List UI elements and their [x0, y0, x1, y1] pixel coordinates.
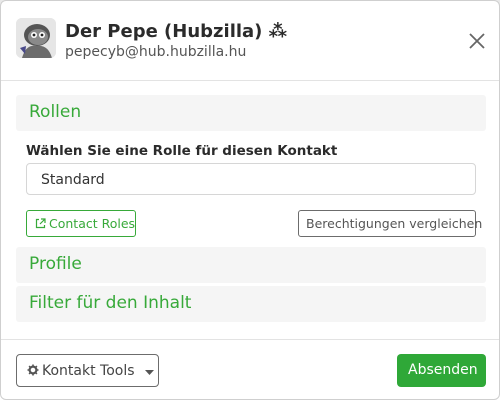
contact-tools-label: Kontakt Tools [42, 363, 135, 379]
close-icon[interactable] [467, 31, 487, 51]
role-select[interactable]: Standard [26, 163, 476, 195]
footer-divider [1, 339, 499, 340]
section-profile-title: Profile [29, 254, 82, 274]
contact-tools-button[interactable]: Kontakt Tools [16, 354, 159, 387]
avatar [16, 18, 56, 58]
contact-roles-button[interactable]: Contact Roles [26, 210, 136, 237]
section-filter-title: Filter für den Inhalt [29, 293, 192, 313]
contact-address: pepecyb@hub.hubzilla.hu [65, 44, 247, 60]
submit-button[interactable]: Absenden [397, 354, 486, 387]
section-profile[interactable]: Profile [16, 247, 486, 283]
modal-header: Der Pepe (Hubzilla) ⁂ pepecyb@hub.hubzil… [1, 1, 499, 81]
contact-roles-label: Contact Roles [49, 216, 136, 231]
section-roles[interactable]: Rollen [16, 95, 486, 131]
gear-icon [27, 364, 39, 380]
caret-down-icon [144, 364, 154, 380]
contact-edit-modal: Der Pepe (Hubzilla) ⁂ pepecyb@hub.hubzil… [0, 0, 500, 400]
section-roles-title: Rollen [29, 102, 82, 122]
contact-name: Der Pepe (Hubzilla) ⁂ [65, 21, 288, 42]
role-select-label: Wählen Sie eine Rolle für diesen Kontakt [26, 143, 338, 159]
compare-permissions-button[interactable]: Berechtigungen vergleichen [298, 210, 482, 237]
external-link-icon [35, 217, 46, 232]
section-filter[interactable]: Filter für den Inhalt [16, 286, 486, 322]
